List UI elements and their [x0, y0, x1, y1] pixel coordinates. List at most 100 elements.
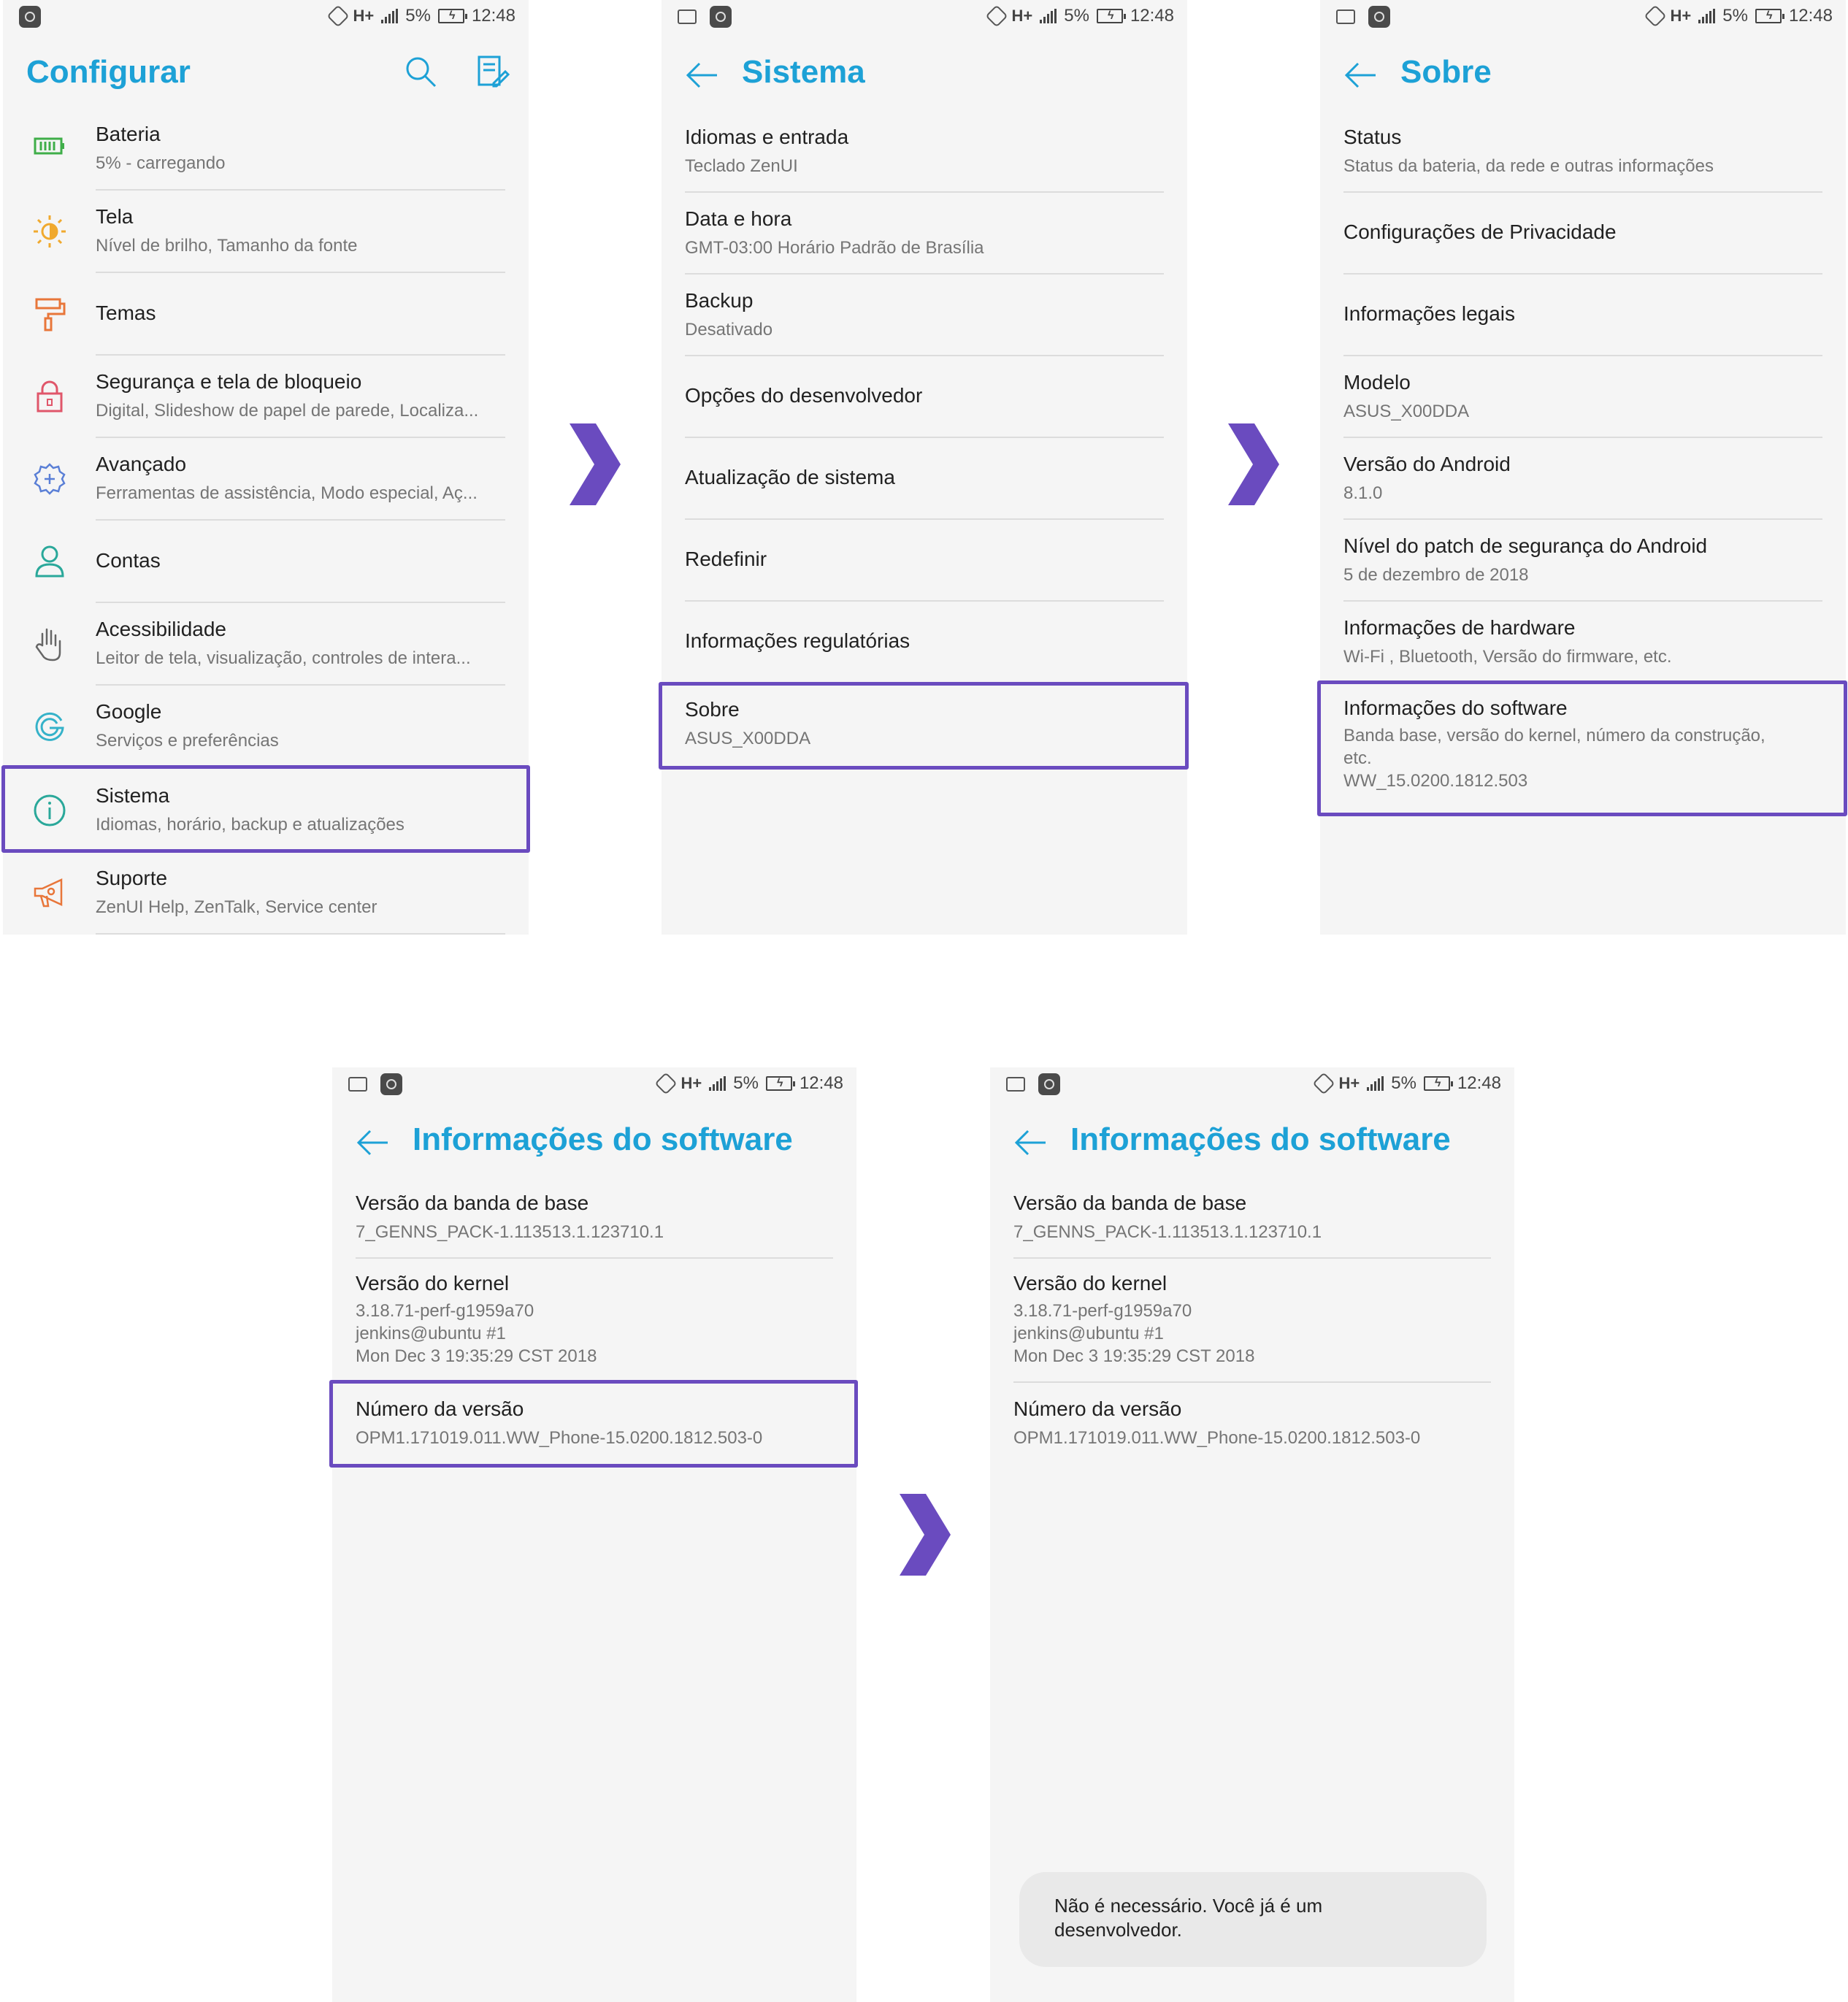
network-type: H+: [1338, 1074, 1360, 1092]
item-title: Contas: [96, 549, 161, 572]
back-arrow-icon[interactable]: [1343, 58, 1377, 92]
paint-roller-icon: [35, 298, 66, 331]
asus-app-icon: [1038, 1073, 1060, 1095]
status-bar: H+ 5% ϟ 12:48: [1320, 0, 1846, 35]
system-item-atualizacao[interactable]: Atualização de sistema: [662, 438, 1187, 520]
software-item-kernel[interactable]: Versão do kernel 3.18.71-perf-g1959a70 jen…: [332, 1259, 856, 1383]
about-item-legais[interactable]: Informações legais: [1320, 275, 1846, 356]
google-icon: [35, 712, 64, 741]
highlight-sistema: [1, 765, 530, 853]
item-title: Informações legais: [1343, 302, 1516, 325]
item-title: Bateria: [96, 123, 161, 145]
item-subtitle: 5% - carregando: [96, 153, 226, 173]
software-item-banda-base[interactable]: Versão da banda de base 7_GENNS_PACK-1.11…: [990, 1177, 1514, 1259]
image-notification-icon: [1006, 1077, 1025, 1092]
item-subtitle: 5 de dezembro de 2018: [1343, 565, 1529, 585]
screen-sistema: H+ 5% ϟ 12:48 Sistema Idiomas e entrada T…: [662, 0, 1187, 935]
megaphone-icon: [34, 878, 63, 908]
vibrate-icon: [326, 4, 350, 28]
settings-item-temas[interactable]: Temas: [3, 273, 529, 356]
status-bar: H+ 5% ϟ 12:48: [332, 1067, 856, 1102]
about-item-patch-seguranca[interactable]: Nível do patch de segurança do Android 5 …: [1320, 520, 1846, 602]
battery-percent: 5%: [1391, 1073, 1416, 1093]
about-item-hardware[interactable]: Informações de hardware Wi-Fi , Bluetooth…: [1320, 602, 1846, 683]
battery-charging-icon: ϟ: [437, 9, 467, 23]
lock-icon: [37, 380, 63, 413]
software-item-numero-versao[interactable]: Número da versão OPM1.171019.011.WW_Phone…: [990, 1383, 1514, 1465]
image-notification-icon: [678, 9, 697, 24]
signal-icon: [381, 9, 399, 23]
settings-item-tela[interactable]: Tela Nível de brilho, Tamanho da fonte: [3, 191, 529, 273]
next-step-arrow-icon: [900, 1494, 951, 1576]
clipboard-edit-icon[interactable]: [475, 54, 510, 89]
item-subtitle: Desativado: [685, 320, 773, 340]
software-item-kernel[interactable]: Versão do kernel 3.18.71-perf-g1959a70 jen…: [990, 1259, 1514, 1383]
gear-plus-icon: [34, 463, 66, 495]
app-bar: Sobre: [1320, 44, 1846, 105]
about-item-privacidade[interactable]: Configurações de Privacidade: [1320, 193, 1846, 275]
item-subtitle: GMT-03:00 Horário Padrão de Brasília: [685, 238, 984, 258]
item-title: Suporte: [96, 867, 168, 889]
item-subtitle: Leitor de tela, visualização, controles …: [96, 648, 471, 668]
system-item-opcoes-desenvolvedor[interactable]: Opções do desenvolvedor: [662, 356, 1187, 438]
software-item-banda-base[interactable]: Versão da banda de base 7_GENNS_PACK-1.11…: [332, 1177, 856, 1259]
item-subtitle-line2: jenkins@ubuntu #1: [1013, 1324, 1164, 1343]
system-list: Idiomas e entrada Teclado ZenUI Data e ho…: [662, 111, 1187, 765]
item-title: Configurações de Privacidade: [1343, 220, 1617, 243]
settings-item-seguranca[interactable]: Segurança e tela de bloqueio Digital, Sl…: [3, 356, 529, 438]
vibrate-icon: [653, 1072, 678, 1095]
system-item-backup[interactable]: Backup Desativado: [662, 275, 1187, 356]
vibrate-icon: [1643, 4, 1667, 28]
item-subtitle: 3.18.71-perf-g1959a70: [356, 1301, 534, 1321]
image-notification-icon: [348, 1077, 367, 1092]
vibrate-icon: [1311, 1072, 1335, 1095]
battery-charging-icon: ϟ: [1096, 9, 1126, 23]
system-item-redefinir[interactable]: Redefinir: [662, 520, 1187, 602]
clock: 12:48: [1788, 6, 1833, 26]
signal-icon: [709, 1076, 726, 1091]
system-item-regulatorias[interactable]: Informações regulatórias: [662, 602, 1187, 683]
page-title: Sistema: [742, 54, 865, 90]
settings-item-google[interactable]: Google Serviços e preferências: [3, 686, 529, 768]
app-bar: Informações do software: [990, 1111, 1514, 1173]
network-type: H+: [1670, 7, 1692, 25]
item-subtitle: Status da bateria, da rede e outras info…: [1343, 156, 1714, 176]
settings-item-avancado[interactable]: Avançado Ferramentas de assistência, Mod…: [3, 438, 529, 521]
back-arrow-icon[interactable]: [685, 58, 718, 92]
item-title: Avançado: [96, 453, 187, 475]
settings-item-suporte[interactable]: Suporte ZenUI Help, ZenTalk, Service cen…: [3, 852, 529, 935]
system-item-idiomas[interactable]: Idiomas e entrada Teclado ZenUI: [662, 111, 1187, 193]
battery-percent: 5%: [1722, 6, 1748, 26]
settings-item-contas[interactable]: Contas: [3, 521, 529, 603]
item-title: Número da versão: [1013, 1397, 1182, 1420]
item-subtitle: ASUS_X00DDA: [1343, 402, 1470, 421]
item-title: Atualização de sistema: [685, 466, 895, 488]
settings-item-bateria[interactable]: Bateria 5% - carregando: [3, 108, 529, 191]
item-title: Temas: [96, 302, 156, 324]
search-icon[interactable]: [403, 54, 438, 89]
item-title: Informações de hardware: [1343, 616, 1576, 639]
signal-icon: [1367, 1076, 1384, 1091]
signal-icon: [1040, 9, 1057, 23]
about-item-modelo[interactable]: Modelo ASUS_X00DDA: [1320, 356, 1846, 438]
item-subtitle: Teclado ZenUI: [685, 156, 798, 176]
signal-icon: [1698, 9, 1716, 23]
battery-percent: 5%: [405, 6, 431, 26]
about-item-versao-android[interactable]: Versão do Android 8.1.0: [1320, 438, 1846, 520]
system-item-data-hora[interactable]: Data e hora GMT-03:00 Horário Padrão de B…: [662, 193, 1187, 275]
item-title: Versão do kernel: [1013, 1272, 1168, 1295]
item-title: Informações regulatórias: [685, 629, 910, 652]
item-title: Idiomas e entrada: [685, 126, 849, 148]
settings-item-acessibilidade[interactable]: Acessibilidade Leitor de tela, visualiza…: [3, 603, 529, 686]
vibrate-icon: [984, 4, 1008, 28]
back-arrow-icon[interactable]: [1013, 1126, 1047, 1159]
item-subtitle-line3: Mon Dec 3 19:35:29 CST 2018: [1013, 1346, 1255, 1366]
about-item-status[interactable]: Status Status da bateria, da rede e outra…: [1320, 111, 1846, 193]
item-title: Versão da banda de base: [356, 1192, 589, 1214]
back-arrow-icon[interactable]: [356, 1126, 389, 1159]
asus-app-icon: [380, 1073, 402, 1095]
page-title: Informações do software: [1070, 1121, 1451, 1157]
item-subtitle: Digital, Slideshow de papel de parede, L…: [96, 401, 479, 421]
clock: 12:48: [1457, 1073, 1501, 1093]
item-subtitle: 7_GENNS_PACK-1.113513.1.123710.1: [356, 1222, 664, 1242]
